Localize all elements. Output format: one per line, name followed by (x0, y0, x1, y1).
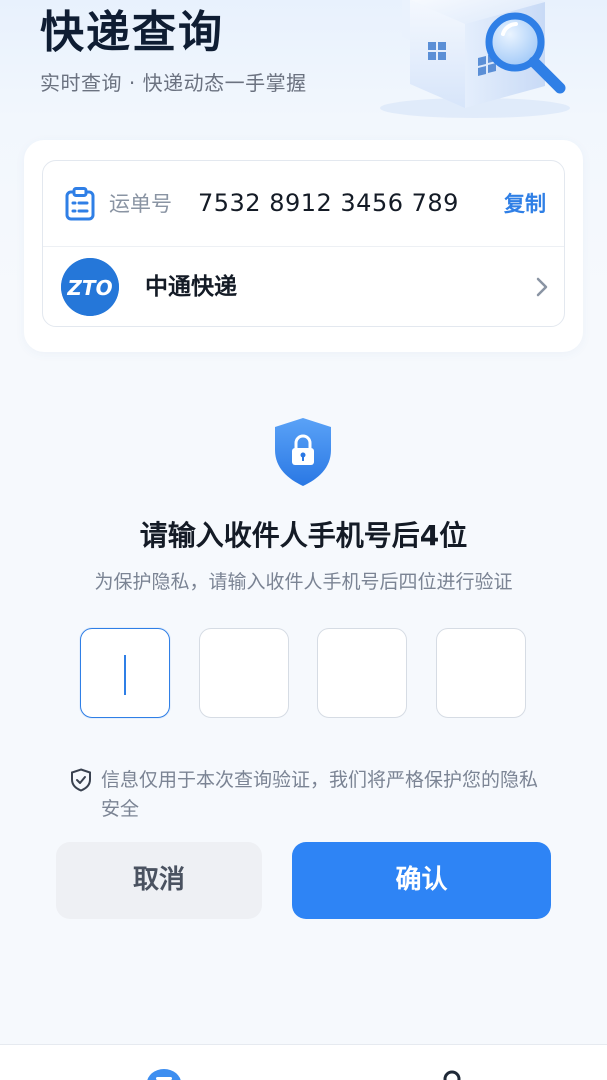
verify-title: 请输入收件人手机号后4位 (139, 519, 468, 552)
shield-lock-icon (275, 418, 331, 486)
cancel-button[interactable]: 取消 (56, 842, 262, 919)
waybill-number: 7532 8912 3456 789 (198, 189, 459, 217)
code-input-1[interactable] (80, 628, 170, 718)
waybill-label: 运单号 (109, 192, 172, 216)
courier-name: 中通快递 (145, 274, 237, 300)
home-icon[interactable] (146, 1067, 182, 1080)
waybill-row: 运单号 7532 8912 3456 789 复制 (43, 161, 564, 247)
chevron-right-icon (536, 277, 548, 297)
svg-text:ZTO: ZTO (66, 276, 112, 300)
package-search-illustration (380, 0, 570, 118)
page-title: 快递查询 (40, 7, 224, 58)
text-caret (124, 655, 126, 695)
code-input-4[interactable] (436, 628, 526, 718)
verify-description: 为保护隐私，请输入收件人手机号后四位进行验证 (94, 571, 513, 593)
clipboard-icon (65, 187, 95, 221)
waybill-panel: 运单号 7532 8912 3456 789 复制 ZTO 中通快递 (24, 140, 583, 352)
page: 快递查询 实时查询 · 快递动态一手掌握 运单号 7532 8912 3456 … (0, 0, 607, 1080)
code-input-3[interactable] (317, 628, 407, 718)
header: 快递查询 实时查询 · 快递动态一手掌握 (0, 0, 607, 125)
zto-logo: ZTO (61, 258, 119, 316)
bottom-tab-bar (0, 1044, 607, 1080)
confirm-button[interactable]: 确认 (292, 842, 551, 919)
shield-check-icon (71, 768, 91, 792)
user-icon[interactable] (440, 1067, 464, 1080)
waybill-card: 运单号 7532 8912 3456 789 复制 ZTO 中通快递 (42, 160, 565, 327)
copy-button[interactable]: 复制 (504, 189, 546, 219)
courier-row[interactable]: ZTO 中通快递 (43, 247, 564, 327)
privacy-note: 信息仅用于本次查询验证，我们将严格保护您的隐私安全 (101, 769, 539, 820)
code-input-2[interactable] (199, 628, 289, 718)
page-subtitle: 实时查询 · 快递动态一手掌握 (40, 71, 307, 95)
